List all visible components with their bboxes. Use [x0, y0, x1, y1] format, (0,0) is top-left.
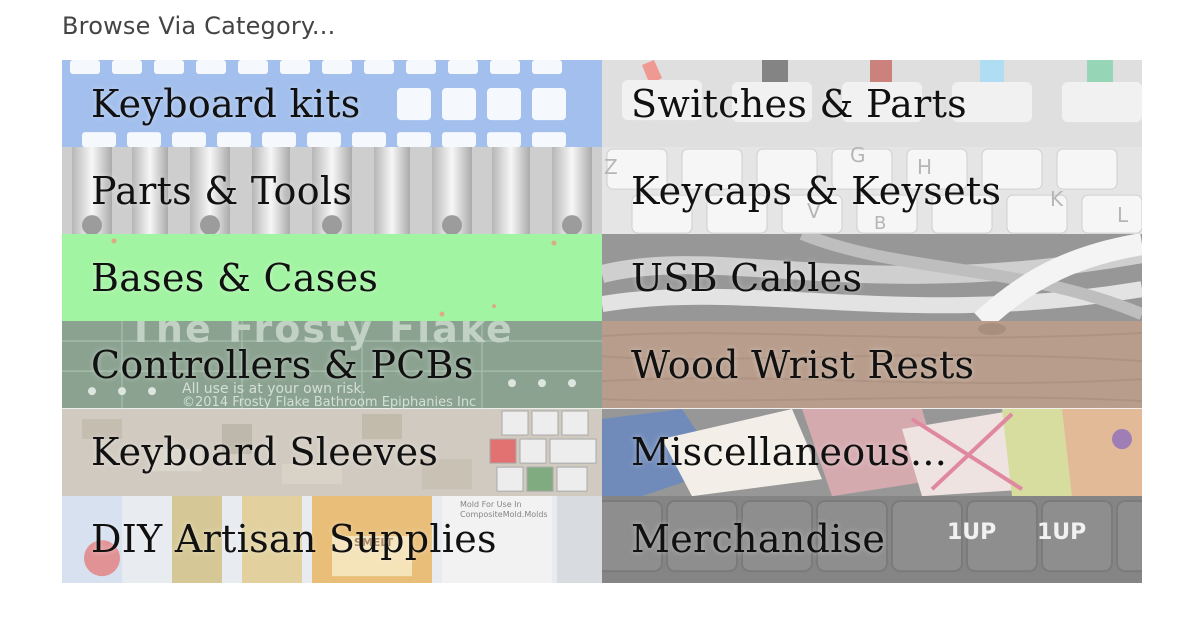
category-tile-keyboard-sleeves[interactable]: Keyboard Sleeves	[62, 408, 602, 496]
category-label: Miscellaneous...	[631, 430, 948, 475]
category-tile-diy-artisan-supplies[interactable]: SMELT Mold For Use In CompositeMold.Mold…	[62, 495, 602, 583]
category-label: DIY Artisan Supplies	[91, 517, 497, 562]
category-label: Merchandise	[631, 517, 886, 562]
category-tile-miscellaneous[interactable]: Miscellaneous...	[602, 408, 1142, 496]
category-label: USB Cables	[631, 255, 863, 300]
category-label: Bases & Cases	[91, 255, 379, 300]
category-tile-merchandise[interactable]: 1UP 1UP Merchandise	[602, 495, 1142, 583]
category-label: Keycaps & Keysets	[631, 168, 1002, 213]
category-label: Keyboard kits	[91, 81, 361, 126]
category-tile-bases-cases[interactable]: Bases & Cases	[62, 234, 602, 322]
section-heading: Browse Via Category...	[62, 12, 336, 40]
category-label: Controllers & PCBs	[91, 343, 474, 388]
category-label: Wood Wrist Rests	[631, 343, 975, 388]
category-tile-switches-parts[interactable]: Switches & Parts	[602, 60, 1142, 148]
category-tile-wood-wrist-rests[interactable]: Wood Wrist Rests	[602, 321, 1142, 409]
category-tile-keycaps-keysets[interactable]: G H Z V B K L Keycaps & Keysets	[602, 147, 1142, 235]
category-tile-parts-tools[interactable]: Parts & Tools	[62, 147, 602, 235]
category-label: Parts & Tools	[91, 168, 353, 213]
category-tile-controllers-pcbs[interactable]: The Frosty Flake All use is at your own …	[62, 321, 602, 409]
category-grid: Keyboard kits Switches & Parts Parts & T…	[62, 60, 1142, 583]
category-label: Switches & Parts	[631, 81, 967, 126]
category-tile-usb-cables[interactable]: USB Cables	[602, 234, 1142, 322]
category-label: Keyboard Sleeves	[91, 430, 439, 475]
category-tile-keyboard-kits[interactable]: Keyboard kits	[62, 60, 602, 148]
